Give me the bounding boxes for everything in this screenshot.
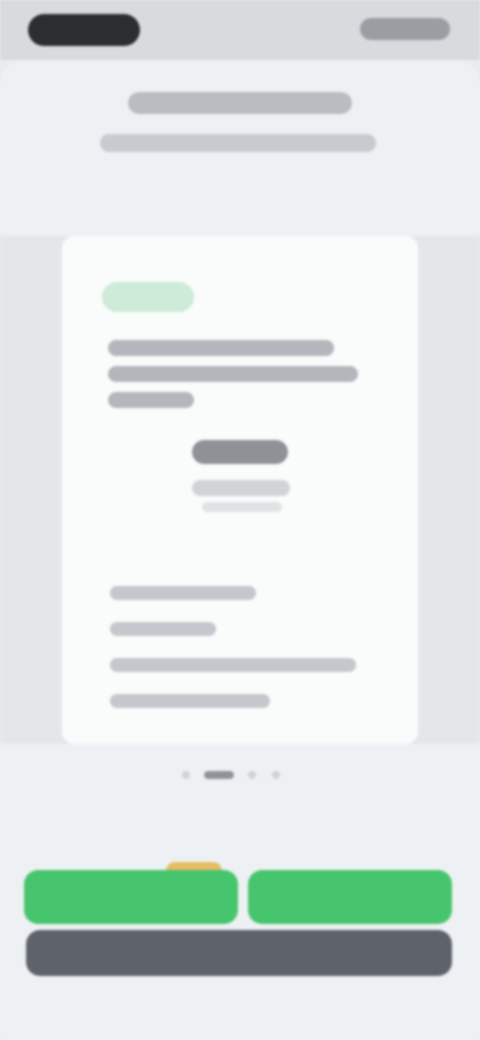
page-title <box>128 92 352 114</box>
list-item <box>110 586 256 600</box>
card-value <box>192 440 288 464</box>
status-icons <box>360 18 450 40</box>
card-caption <box>192 480 290 496</box>
card-badge <box>102 282 194 312</box>
card-text-line <box>108 392 194 408</box>
page-dot[interactable] <box>248 771 256 779</box>
list-item <box>110 694 270 708</box>
primary-left-button[interactable] <box>24 870 238 924</box>
page-dot[interactable] <box>182 771 190 779</box>
page-dot[interactable] <box>272 771 280 779</box>
primary-right-button[interactable] <box>248 870 452 924</box>
status-time <box>28 14 140 46</box>
page-subtitle <box>100 134 376 152</box>
status-bar <box>0 0 480 60</box>
list-item <box>110 622 216 636</box>
card-caption-secondary <box>202 502 282 512</box>
page-indicator <box>182 766 298 784</box>
list-item <box>110 658 356 672</box>
card-text-line <box>108 366 358 382</box>
page-dot-active[interactable] <box>204 771 234 779</box>
card-text-line <box>108 340 334 356</box>
secondary-button[interactable] <box>26 930 452 976</box>
